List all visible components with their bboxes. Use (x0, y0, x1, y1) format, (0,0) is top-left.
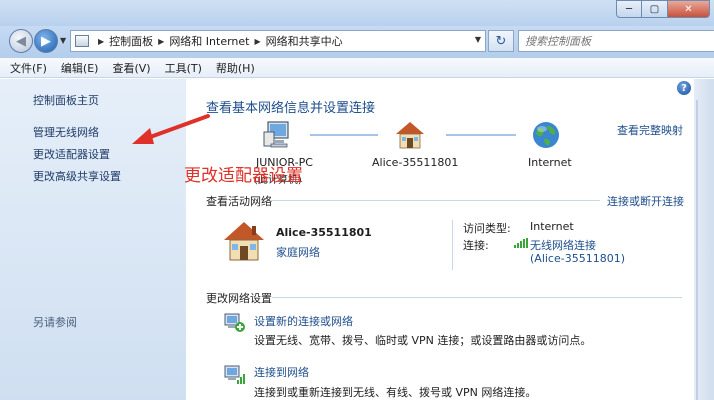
refresh-button[interactable]: ↻ (488, 30, 514, 52)
control-panel-icon (75, 35, 89, 47)
computer-icon[interactable] (262, 120, 292, 150)
forward-button[interactable]: ▶ (34, 29, 58, 53)
title-bar: ─ ▢ ✕ (0, 0, 714, 26)
chevron-right-icon[interactable]: ▶ (98, 37, 104, 46)
globe-icon[interactable] (531, 120, 561, 150)
breadcrumb-control-panel[interactable]: 控制面板 (109, 33, 153, 49)
see-also-heading: 另请参阅 (33, 316, 77, 329)
connect-to-network-description: 连接到或重新连接到无线、有线、拨号或 VPN 网络连接。 (254, 386, 537, 399)
page-title: 查看基本网络信息并设置连接 (206, 101, 376, 116)
home-network-icon[interactable] (394, 120, 426, 150)
section-divider (272, 297, 682, 298)
setup-connection-link[interactable]: 设置新的连接或网络 (254, 313, 353, 329)
new-connection-icon (224, 313, 245, 332)
help-icon[interactable]: ? (677, 81, 691, 95)
chevron-right-icon[interactable]: ▶ (158, 37, 164, 46)
minimize-button[interactable]: ─ (616, 0, 642, 18)
menu-view[interactable]: 查看(V) (112, 60, 150, 76)
map-connector-line (446, 134, 516, 136)
connect-or-disconnect-link[interactable]: 连接或断开连接 (607, 193, 684, 209)
annotation-label: 更改适配器设置 (184, 166, 303, 186)
map-connector-line (310, 134, 378, 136)
connect-to-network-link[interactable]: 连接到网络 (254, 364, 309, 380)
recent-pages-dropdown-icon[interactable]: ▼ (60, 36, 66, 45)
section-divider (270, 200, 600, 201)
wireless-ssid-link[interactable]: (Alice-35511801) (530, 252, 625, 265)
vertical-separator (452, 220, 453, 270)
menu-help[interactable]: 帮助(H) (216, 60, 255, 76)
breadcrumb-network-internet[interactable]: 网络和 Internet (169, 33, 249, 49)
address-toolbar: ◀ ▶ ▼ ▶ 控制面板 ▶ 网络和 Internet ▶ 网络和共享中心 ▼ … (0, 26, 714, 58)
connection-label: 连接: (463, 239, 489, 252)
change-network-settings-heading: 更改网络设置 (206, 292, 272, 305)
see-full-map-link[interactable]: 查看完整映射 (617, 122, 683, 138)
annotation-arrow-icon (132, 114, 210, 144)
connect-to-network-icon (224, 365, 245, 384)
change-advanced-sharing-link[interactable]: 更改高级共享设置 (33, 168, 121, 184)
network-node-label: Alice-35511801 (372, 156, 459, 169)
search-input[interactable] (525, 34, 705, 48)
back-button[interactable]: ◀ (9, 29, 33, 53)
change-adapter-settings-link[interactable]: 更改适配器设置 (33, 146, 110, 162)
internet-node-label: Internet (528, 156, 572, 169)
home-network-icon (224, 222, 264, 261)
breadcrumb-network-sharing-center[interactable]: 网络和共享中心 (266, 33, 343, 49)
window-controls: ─ ▢ ✕ (616, 0, 710, 20)
access-type-label: 访问类型: (463, 222, 511, 235)
breadcrumb[interactable]: ▶ 控制面板 ▶ 网络和 Internet ▶ 网络和共享中心 ▼ (70, 30, 486, 52)
active-network-name: Alice-35511801 (276, 226, 372, 239)
manage-wireless-networks-link[interactable]: 管理无线网络 (33, 124, 99, 140)
close-button[interactable]: ✕ (668, 0, 710, 18)
maximize-button[interactable]: ▢ (642, 0, 668, 18)
setup-connection-description: 设置无线、宽带、拨号、临时或 VPN 连接；或设置路由器或访问点。 (254, 334, 592, 347)
menu-edit[interactable]: 编辑(E) (61, 60, 99, 76)
control-panel-home-link[interactable]: 控制面板主页 (33, 92, 99, 108)
wireless-signal-icon (514, 238, 528, 248)
chevron-down-icon[interactable]: ▼ (475, 35, 481, 44)
active-networks-heading: 查看活动网络 (206, 195, 272, 208)
access-type-value: Internet (530, 220, 574, 233)
wireless-connection-link[interactable]: 无线网络连接 (530, 237, 596, 253)
vertical-divider (696, 100, 698, 400)
menu-file[interactable]: 文件(F) (10, 60, 47, 76)
chevron-right-icon[interactable]: ▶ (255, 37, 261, 46)
search-box[interactable]: ⚲ (518, 30, 714, 52)
network-type-link[interactable]: 家庭网络 (276, 244, 320, 260)
menu-bar: 文件(F) 编辑(E) 查看(V) 工具(T) 帮助(H) (0, 58, 714, 78)
menu-tools[interactable]: 工具(T) (165, 60, 202, 76)
